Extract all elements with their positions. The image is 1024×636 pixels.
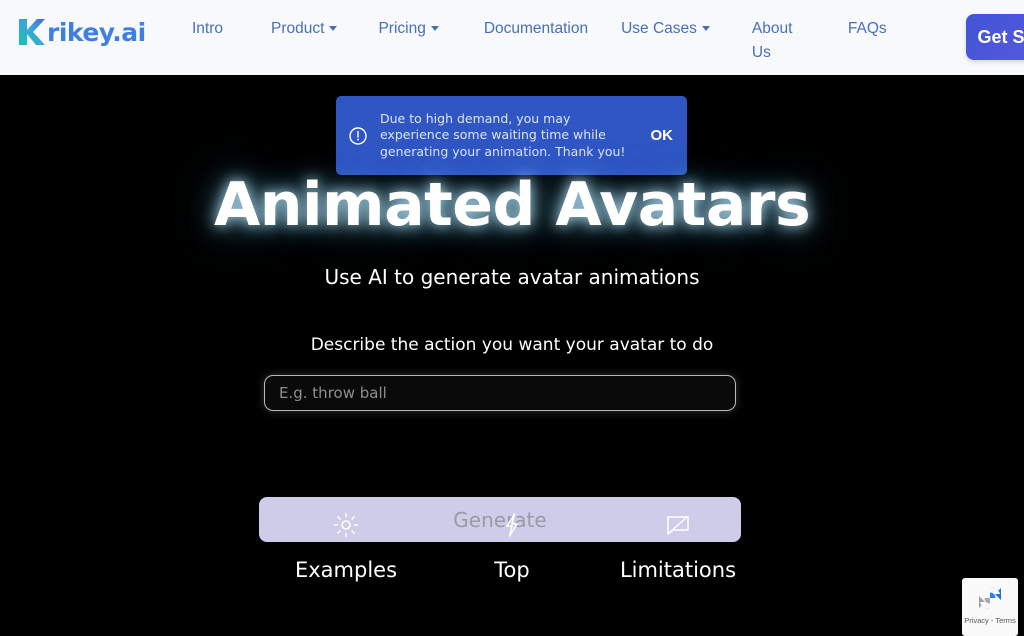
chevron-down-icon	[430, 26, 439, 31]
nav-item-use-cases[interactable]: Use Cases	[621, 17, 710, 41]
banner-ok-button[interactable]: OK	[651, 127, 674, 144]
nav-item-intro[interactable]: Intro	[192, 17, 223, 41]
recaptcha-text: Privacy - Terms	[964, 616, 1016, 625]
nav-label: About Us	[751, 20, 793, 61]
alert-circle-icon	[348, 126, 368, 146]
feature-top[interactable]: Top	[429, 512, 595, 582]
feature-examples[interactable]: Examples	[263, 512, 429, 582]
nav-item-faqs[interactable]: FAQs	[848, 17, 887, 41]
recaptcha-badge[interactable]: Privacy - Terms	[962, 578, 1018, 636]
nav-item-documentation[interactable]: Documentation	[484, 17, 588, 41]
nav-label: Product	[271, 20, 325, 37]
sun-icon	[333, 512, 359, 538]
hero-section: Due to high demand, you may experience s…	[0, 75, 1024, 636]
banner-message: Due to high demand, you may experience s…	[380, 111, 626, 159]
chevron-down-icon	[701, 26, 710, 31]
message-off-icon	[665, 512, 691, 538]
nav-label: Intro	[192, 20, 224, 37]
feature-label: Limitations	[619, 558, 737, 582]
nav-label: Documentation	[483, 20, 589, 37]
logo-text: rikey.ai	[47, 17, 146, 47]
nav-item-product[interactable]: Product	[271, 17, 338, 41]
chevron-down-icon	[329, 26, 338, 31]
feature-label: Examples	[294, 558, 398, 582]
nav-label: Pricing	[378, 20, 426, 37]
recaptcha-logo-icon	[975, 583, 1005, 613]
page-title: Animated Avatars	[213, 170, 811, 240]
krikey-k-logo-icon	[16, 17, 46, 47]
logo[interactable]: rikey.ai	[16, 14, 146, 50]
nav-item-about-us[interactable]: About Us	[752, 17, 804, 65]
notification-banner: Due to high demand, you may experience s…	[336, 96, 687, 175]
feature-limitations[interactable]: Limitations	[595, 512, 761, 582]
main-navigation: Intro Product Pricing Documentation Use …	[192, 14, 887, 65]
nav-item-pricing[interactable]: Pricing	[378, 17, 439, 41]
feature-columns: Examples Top Limitations	[0, 512, 1024, 582]
feature-label: Top	[494, 558, 530, 582]
prompt-label: Describe the action you want your avatar…	[310, 335, 714, 355]
nav-label: FAQs	[847, 20, 887, 37]
lightning-bolt-icon	[499, 512, 525, 538]
nav-label: Use Cases	[621, 20, 697, 37]
prompt-input[interactable]	[264, 375, 736, 411]
hero-subtitle: Use AI to generate avatar animations	[324, 265, 700, 289]
site-header: rikey.ai Intro Product Pricing Documenta…	[0, 0, 1024, 75]
get-started-button[interactable]: Get Started	[966, 14, 1024, 60]
